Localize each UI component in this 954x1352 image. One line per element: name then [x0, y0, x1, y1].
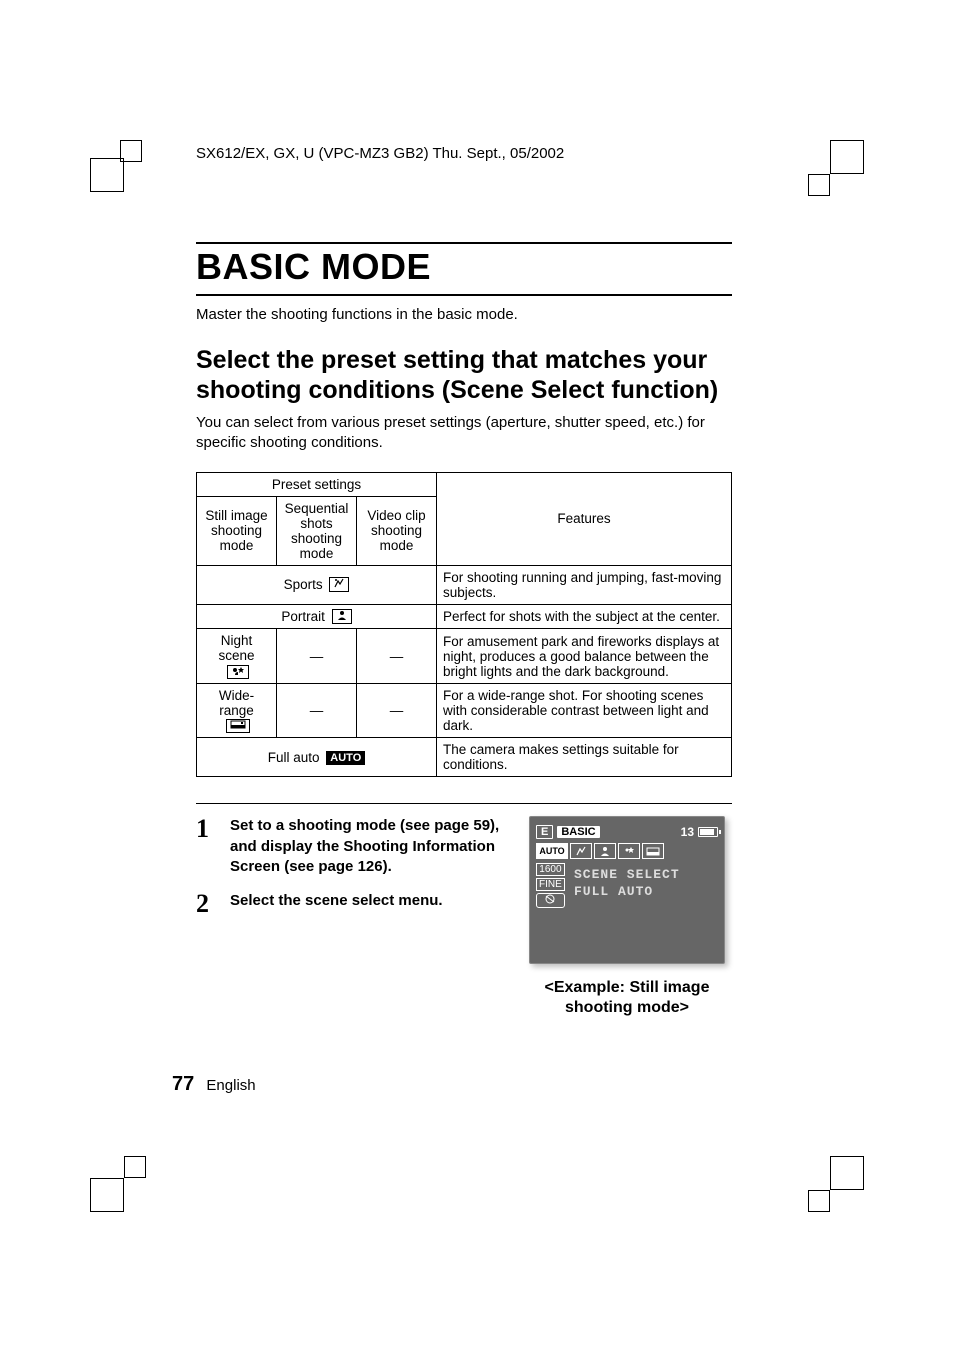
divider	[196, 803, 732, 804]
battery-icon	[698, 827, 718, 837]
sports-icon	[329, 577, 349, 592]
table-row: Full auto AUTO The camera makes settings…	[197, 738, 732, 777]
section-heading: Select the preset setting that matches y…	[196, 345, 732, 405]
crop-mark-icon	[90, 140, 146, 196]
row-feature: The camera makes settings suitable for c…	[437, 738, 732, 777]
lcd-resolution: 1600	[536, 863, 565, 876]
step-text: Select the scene select menu.	[230, 891, 502, 917]
document-reference: SX612/EX, GX, U (VPC-MZ3 GB2) Thu. Sept.…	[196, 145, 564, 162]
content-area: BASIC MODE Master the shooting functions…	[196, 242, 732, 1018]
section-intro: You can select from various preset setti…	[196, 413, 732, 454]
row-label: Portrait	[281, 609, 325, 624]
row-feature: For amusement park and fireworks display…	[437, 629, 732, 683]
intro-text: Master the shooting functions in the bas…	[196, 306, 732, 323]
row-feature: For shooting running and jumping, fast-m…	[437, 565, 732, 604]
table-header-preset: Preset settings	[197, 472, 437, 496]
portrait-icon	[332, 609, 352, 624]
table-row: Portrait Perfect for shots with the subj…	[197, 604, 732, 629]
row-na: —	[357, 629, 437, 683]
lcd-scene-portrait-icon	[594, 843, 616, 859]
row-na: —	[357, 683, 437, 737]
row-na: —	[277, 683, 357, 737]
lcd-scene-wide-icon	[642, 843, 664, 859]
step-number: 2	[196, 891, 218, 917]
page-language: English	[206, 1077, 255, 1094]
lcd-caption: <Example: Still image shooting mode>	[522, 978, 732, 1018]
row-feature: Perfect for shots with the subject at th…	[437, 604, 732, 629]
wide-range-icon	[226, 719, 250, 733]
row-label: Full auto	[268, 750, 320, 765]
step-item: 2 Select the scene select menu.	[196, 891, 502, 917]
lcd-counter: 13	[681, 825, 694, 839]
lcd-scene-auto: AUTO	[536, 843, 568, 859]
crop-mark-icon	[808, 140, 864, 196]
step-text: Set to a shooting mode (see page 59), an…	[230, 816, 502, 877]
night-scene-icon	[227, 665, 249, 679]
row-label: Sports	[284, 577, 323, 592]
preset-table: Preset settings Features Still image sho…	[196, 472, 732, 778]
crop-mark-icon	[90, 1156, 146, 1212]
lcd-quality: FINE	[536, 878, 565, 891]
page: SX612/EX, GX, U (VPC-MZ3 GB2) Thu. Sept.…	[0, 0, 954, 1352]
lcd-tab-basic: BASIC	[557, 826, 599, 838]
page-number: 77	[172, 1073, 194, 1095]
auto-icon: AUTO	[326, 751, 365, 765]
table-header-still: Still image shooting mode	[197, 496, 277, 565]
step-item: 1 Set to a shooting mode (see page 59), …	[196, 816, 502, 877]
row-feature: For a wide-range shot. For shooting scen…	[437, 683, 732, 737]
table-row: Sports For shooting running and jumping,…	[197, 565, 732, 604]
lcd-menu-value: FULL AUTO	[574, 884, 680, 900]
page-title: BASIC MODE	[196, 242, 732, 296]
step-number: 1	[196, 816, 218, 877]
crop-mark-icon	[808, 1156, 864, 1212]
table-row: Night scene — — For amusement park and f…	[197, 629, 732, 683]
table-row: Wide-range — — For a wide-range shot. Fo…	[197, 683, 732, 737]
row-label: Wide-range	[219, 688, 254, 718]
lcd-menu-title: SCENE SELECT	[574, 867, 680, 883]
row-na: —	[277, 629, 357, 683]
lcd-flash-icon	[536, 893, 565, 908]
lcd-tab-e: E	[536, 825, 553, 839]
lcd-scene-sports-icon	[570, 843, 592, 859]
row-label: Night scene	[218, 633, 254, 663]
table-header-sequential: Sequential shots shooting mode	[277, 496, 357, 565]
page-footer: 77 English	[172, 1073, 256, 1096]
lcd-scene-night-icon	[618, 843, 640, 859]
lcd-screenshot: E BASIC 13 AUTO	[529, 816, 725, 964]
table-header-video: Video clip shooting mode	[357, 496, 437, 565]
table-header-features: Features	[437, 472, 732, 565]
